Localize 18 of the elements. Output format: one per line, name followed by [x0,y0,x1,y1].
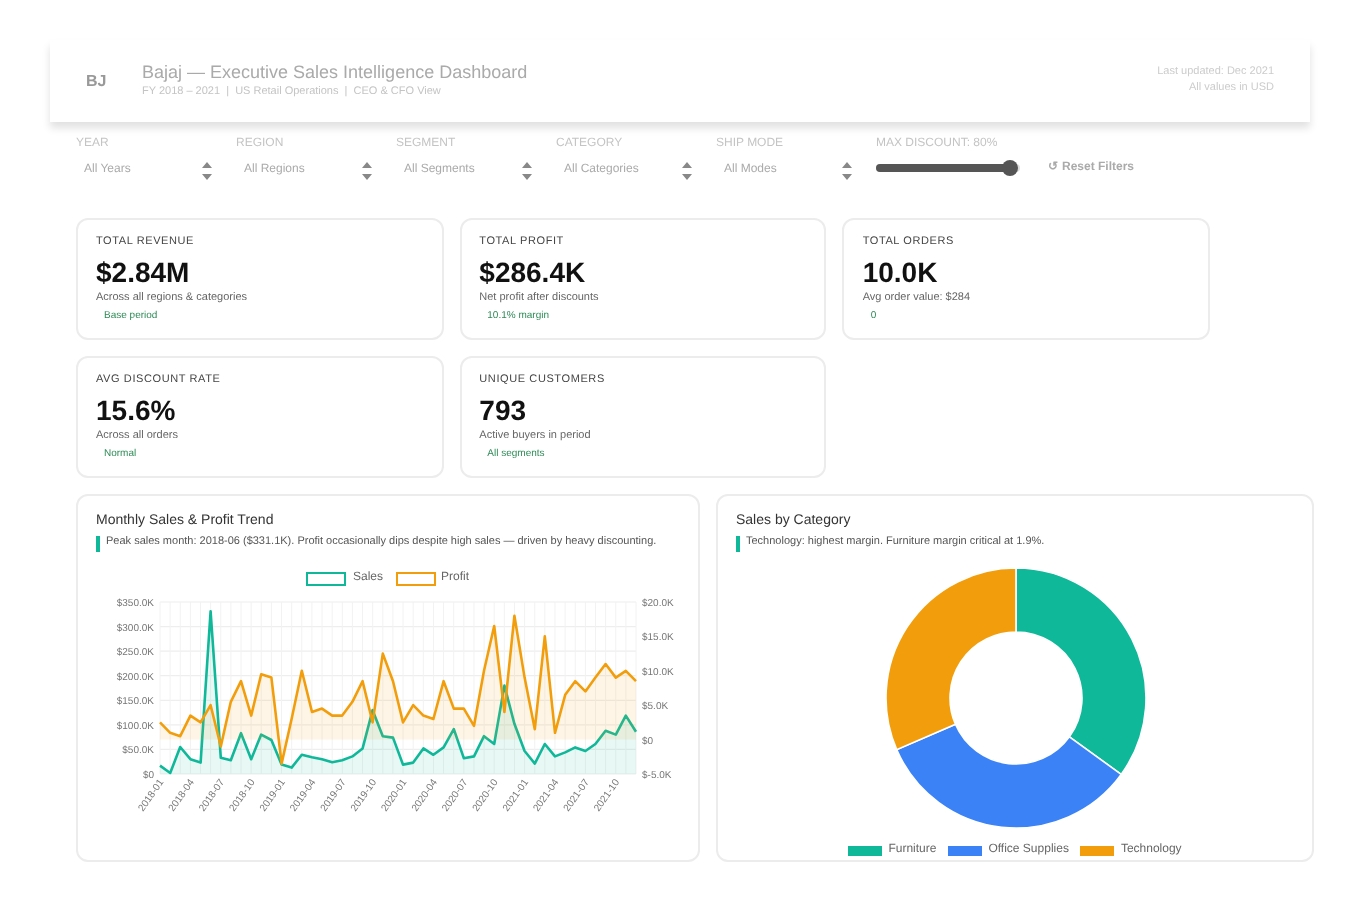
legend-swatch [306,571,347,585]
kpi-value: 15.6% [96,395,176,423]
kpi-value: $2.84M [96,257,190,285]
slider-thumb[interactable] [1001,160,1018,176]
legend-swatch [948,845,983,855]
logo: BJ [86,69,109,93]
kpi-value: 10.0K [862,257,938,285]
sort-icon [842,161,852,179]
sort-icon [202,161,212,179]
legend-swatch [1080,845,1115,855]
legend-swatch [395,571,435,585]
sort-icon [522,161,532,179]
kpi-value: $286.4K [479,257,586,285]
kpi-value: 793 [479,395,527,423]
sort-icon [682,161,692,179]
legend-swatch [848,845,883,855]
sort-icon [362,161,372,179]
dashboard-title: Bajaj — Executive Sales Intelligence Dashboard [142,63,528,82]
